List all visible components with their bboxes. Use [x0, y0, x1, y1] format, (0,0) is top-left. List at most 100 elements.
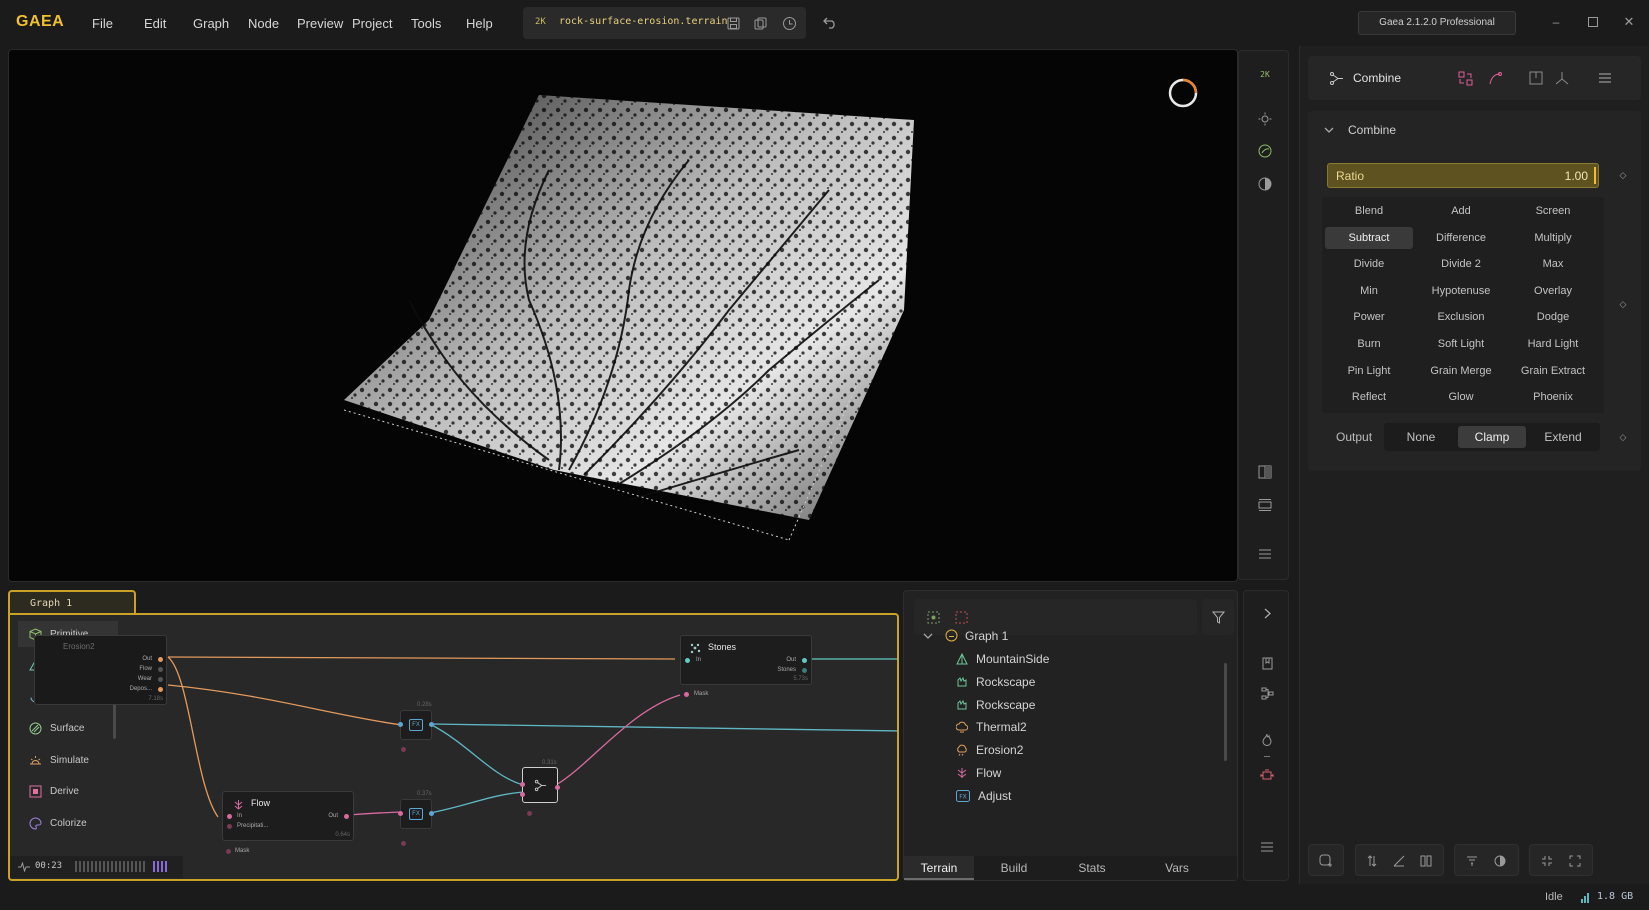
adjust1-in-dot[interactable] [398, 722, 403, 727]
menu-node[interactable]: Node [248, 16, 279, 31]
combine-in-a-dot[interactable] [520, 782, 525, 787]
combine-in-b-dot[interactable] [520, 792, 525, 797]
tab-terrain[interactable]: Terrain [904, 856, 974, 880]
menu-help[interactable]: Help [466, 16, 493, 31]
erosion2-out-dot[interactable] [158, 657, 163, 662]
adjust1-out-dot[interactable] [429, 722, 434, 727]
collapse-chevron-icon[interactable] [1322, 123, 1336, 137]
blend-mode-divide-2[interactable]: Divide 2 [1417, 253, 1505, 275]
adjust2-in-dot[interactable] [398, 811, 403, 816]
maximize-icon[interactable] [1585, 14, 1601, 30]
file-name[interactable]: rock-surface-erosion.terrain [559, 16, 728, 27]
minimize-icon[interactable]: – [1548, 14, 1564, 30]
menu-project[interactable]: Project [352, 16, 392, 31]
tree-root-label[interactable]: Graph 1 [965, 629, 1008, 643]
close-icon[interactable]: ✕ [1621, 14, 1637, 30]
filter-button[interactable] [1202, 599, 1234, 635]
node-adjust-1[interactable]: FX [398, 710, 434, 740]
blend-mode-add[interactable]: Add [1417, 200, 1505, 222]
tree-item-rockscape[interactable]: Rockscape [956, 675, 1035, 689]
mirror-icon[interactable] [1418, 853, 1434, 869]
palette-derive[interactable]: Derive [18, 779, 118, 805]
adjust2-out-dot[interactable] [429, 811, 434, 816]
blend-mode-blend[interactable]: Blend [1325, 200, 1413, 222]
ratio-slider[interactable]: Ratio 1.00 [1327, 163, 1599, 188]
tree-item-adjust[interactable]: FX Adjust [956, 789, 1011, 803]
split-view-icon[interactable] [1255, 462, 1275, 482]
sort-icon[interactable] [1464, 853, 1480, 869]
blend-mode-difference[interactable]: Difference [1417, 227, 1505, 249]
stones-stones-dot[interactable] [802, 668, 807, 673]
blend-mode-glow[interactable]: Glow [1417, 386, 1505, 408]
tree-item-mountainside[interactable]: MountainSide [956, 652, 1049, 666]
blend-mode-grain-merge[interactable]: Grain Merge [1417, 360, 1505, 382]
save-icon[interactable] [725, 15, 741, 31]
blend-mode-min[interactable]: Min [1325, 280, 1413, 302]
menu-tools[interactable]: Tools [411, 16, 441, 31]
stones-in-dot[interactable] [685, 658, 690, 663]
shade-toggle-icon[interactable] [1492, 853, 1508, 869]
swap-inputs-icon[interactable] [1456, 69, 1474, 87]
erosion2-flow-dot[interactable] [158, 667, 163, 672]
slope-icon[interactable] [1391, 853, 1407, 869]
curve-icon[interactable] [1486, 69, 1504, 87]
frame-icon[interactable] [1255, 495, 1275, 515]
blend-mode-multiply[interactable]: Multiply [1509, 227, 1597, 249]
blend-mode-dodge[interactable]: Dodge [1509, 306, 1597, 328]
blend-mode-power[interactable]: Power [1325, 306, 1413, 328]
node-combine[interactable] [520, 767, 560, 803]
palette-surface[interactable]: Surface [18, 716, 118, 742]
resolution-badge[interactable]: 2K [1255, 67, 1275, 81]
tree-item-rockscape[interactable]: Rockscape [956, 698, 1035, 712]
tab-vars[interactable]: Vars [1142, 856, 1212, 880]
shading-icon[interactable] [1255, 141, 1275, 161]
frame-select-icon[interactable] [954, 610, 968, 624]
menu-graph[interactable]: Graph [193, 16, 229, 31]
erosion2-wear-dot[interactable] [158, 677, 163, 682]
tree-item-erosion2[interactable]: Erosion2 [956, 743, 1023, 757]
axis-icon[interactable] [1553, 69, 1571, 87]
blend-mode-overlay[interactable]: Overlay [1509, 280, 1597, 302]
add-node-icon[interactable] [1318, 853, 1334, 869]
flip-icon[interactable] [1364, 853, 1380, 869]
duplicate-icon[interactable] [752, 15, 768, 31]
flow-mask-dot[interactable] [226, 849, 231, 854]
blend-mode-soft-light[interactable]: Soft Light [1417, 333, 1505, 355]
sun-icon[interactable] [1255, 109, 1275, 129]
tree-expand-chevron-icon[interactable] [922, 630, 934, 642]
blend-mode-exclusion[interactable]: Exclusion [1417, 306, 1505, 328]
node-erosion2[interactable]: Erosion2 Out Flow Wear Depos... 7.18s [34, 635, 167, 705]
engine-icon[interactable] [1259, 767, 1275, 783]
menu-preview[interactable]: Preview [297, 16, 343, 31]
ratio-keyframe-icon[interactable]: ◇ [1618, 170, 1628, 180]
undo-icon[interactable] [820, 14, 840, 32]
stones-mask-dot[interactable] [684, 692, 689, 697]
palette-simulate[interactable]: Simulate [18, 747, 118, 773]
flow-out-dot[interactable] [344, 814, 349, 819]
blend-mode-max[interactable]: Max [1509, 253, 1597, 275]
combine-mask-dot[interactable] [527, 811, 532, 816]
tab-graph-1[interactable]: Graph 1 [8, 590, 136, 615]
side-menu-icon[interactable] [1259, 839, 1275, 855]
history-icon[interactable] [780, 14, 798, 32]
tree-item-flow[interactable]: Flow [956, 766, 1001, 780]
node-tree-icon[interactable] [1259, 685, 1275, 701]
output-extend[interactable]: Extend [1529, 426, 1597, 448]
node-graph-canvas[interactable]: PrimitiveTerrainModifySurfaceSimulateDer… [8, 613, 899, 881]
tab-build[interactable]: Build [979, 856, 1049, 880]
fullscreen-icon[interactable] [1567, 853, 1583, 869]
menu-edit[interactable]: Edit [144, 16, 166, 31]
blend-mode-hard-light[interactable]: Hard Light [1509, 333, 1597, 355]
tree-scrollbar[interactable] [1224, 663, 1227, 761]
chevron-right-icon[interactable] [1259, 605, 1275, 621]
menu-file[interactable]: File [92, 16, 113, 31]
adjust1-mask-dot[interactable] [401, 747, 406, 752]
collapse-icon[interactable] [1539, 853, 1555, 869]
combine-out-dot[interactable] [555, 785, 560, 790]
erosion2-deposit-dot[interactable] [158, 687, 163, 692]
flow-in-dot[interactable] [227, 814, 232, 819]
blend-mode-pin-light[interactable]: Pin Light [1325, 360, 1413, 382]
blend-mode-reflect[interactable]: Reflect [1325, 386, 1413, 408]
output-keyframe-icon[interactable]: ◇ [1618, 432, 1628, 442]
burn-icon[interactable] [1259, 731, 1275, 747]
